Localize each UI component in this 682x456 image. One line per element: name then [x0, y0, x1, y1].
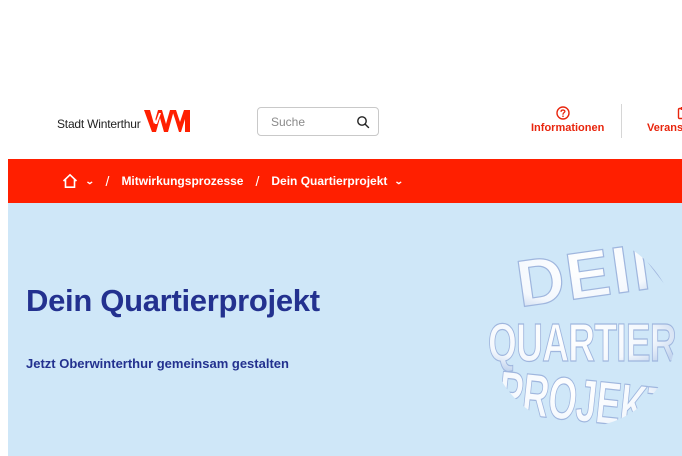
nav-informationen[interactable]: Informationen [531, 106, 604, 134]
help-circle-icon [556, 106, 570, 120]
hero-banner: Dein Quartierprojekt Jetzt Oberwinterthu… [8, 203, 682, 456]
breadcrumb-mitwirkungsprozesse[interactable]: Mitwirkungsprozesse [121, 174, 243, 188]
calendar-icon [677, 107, 682, 120]
nav-informationen-label: Informationen [531, 122, 605, 134]
search-icon[interactable] [356, 115, 370, 129]
breadcrumb-separator: / [105, 173, 110, 189]
quartierprojekt-globe-graphic: DEIN QUARTIER PROJEKT [488, 233, 678, 427]
page-title: Dein Quartierprojekt [26, 283, 320, 318]
nav-veranstaltungen[interactable]: Veranst [647, 106, 682, 134]
chevron-down-icon[interactable]: ⌄ [85, 176, 95, 187]
nav-veranstaltungen-label: Veranst [647, 122, 682, 134]
graphic-word-dein: DEIN [512, 233, 678, 321]
nav-divider [621, 104, 622, 138]
winterthur-logo [143, 110, 190, 132]
breadcrumb: ⌄ / Mitwirkungsprozesse / Dein Quartierp… [8, 159, 682, 203]
brand-name: Stadt Winterthur [57, 117, 141, 131]
page-subtitle: Jetzt Oberwinterthur gemeinsam gestalten [26, 356, 289, 371]
site-header: Stadt Winterthur Informationen Veranst [0, 86, 682, 158]
home-icon[interactable] [62, 173, 78, 189]
breadcrumb-dein-quartierprojekt[interactable]: Dein Quartierprojekt [271, 174, 387, 188]
chevron-down-icon[interactable]: ⌄ [394, 176, 404, 187]
search-box [257, 107, 379, 136]
brand-logo-link[interactable]: Stadt Winterthur [57, 110, 190, 132]
search-input[interactable] [258, 108, 348, 135]
breadcrumb-separator: / [255, 173, 260, 189]
